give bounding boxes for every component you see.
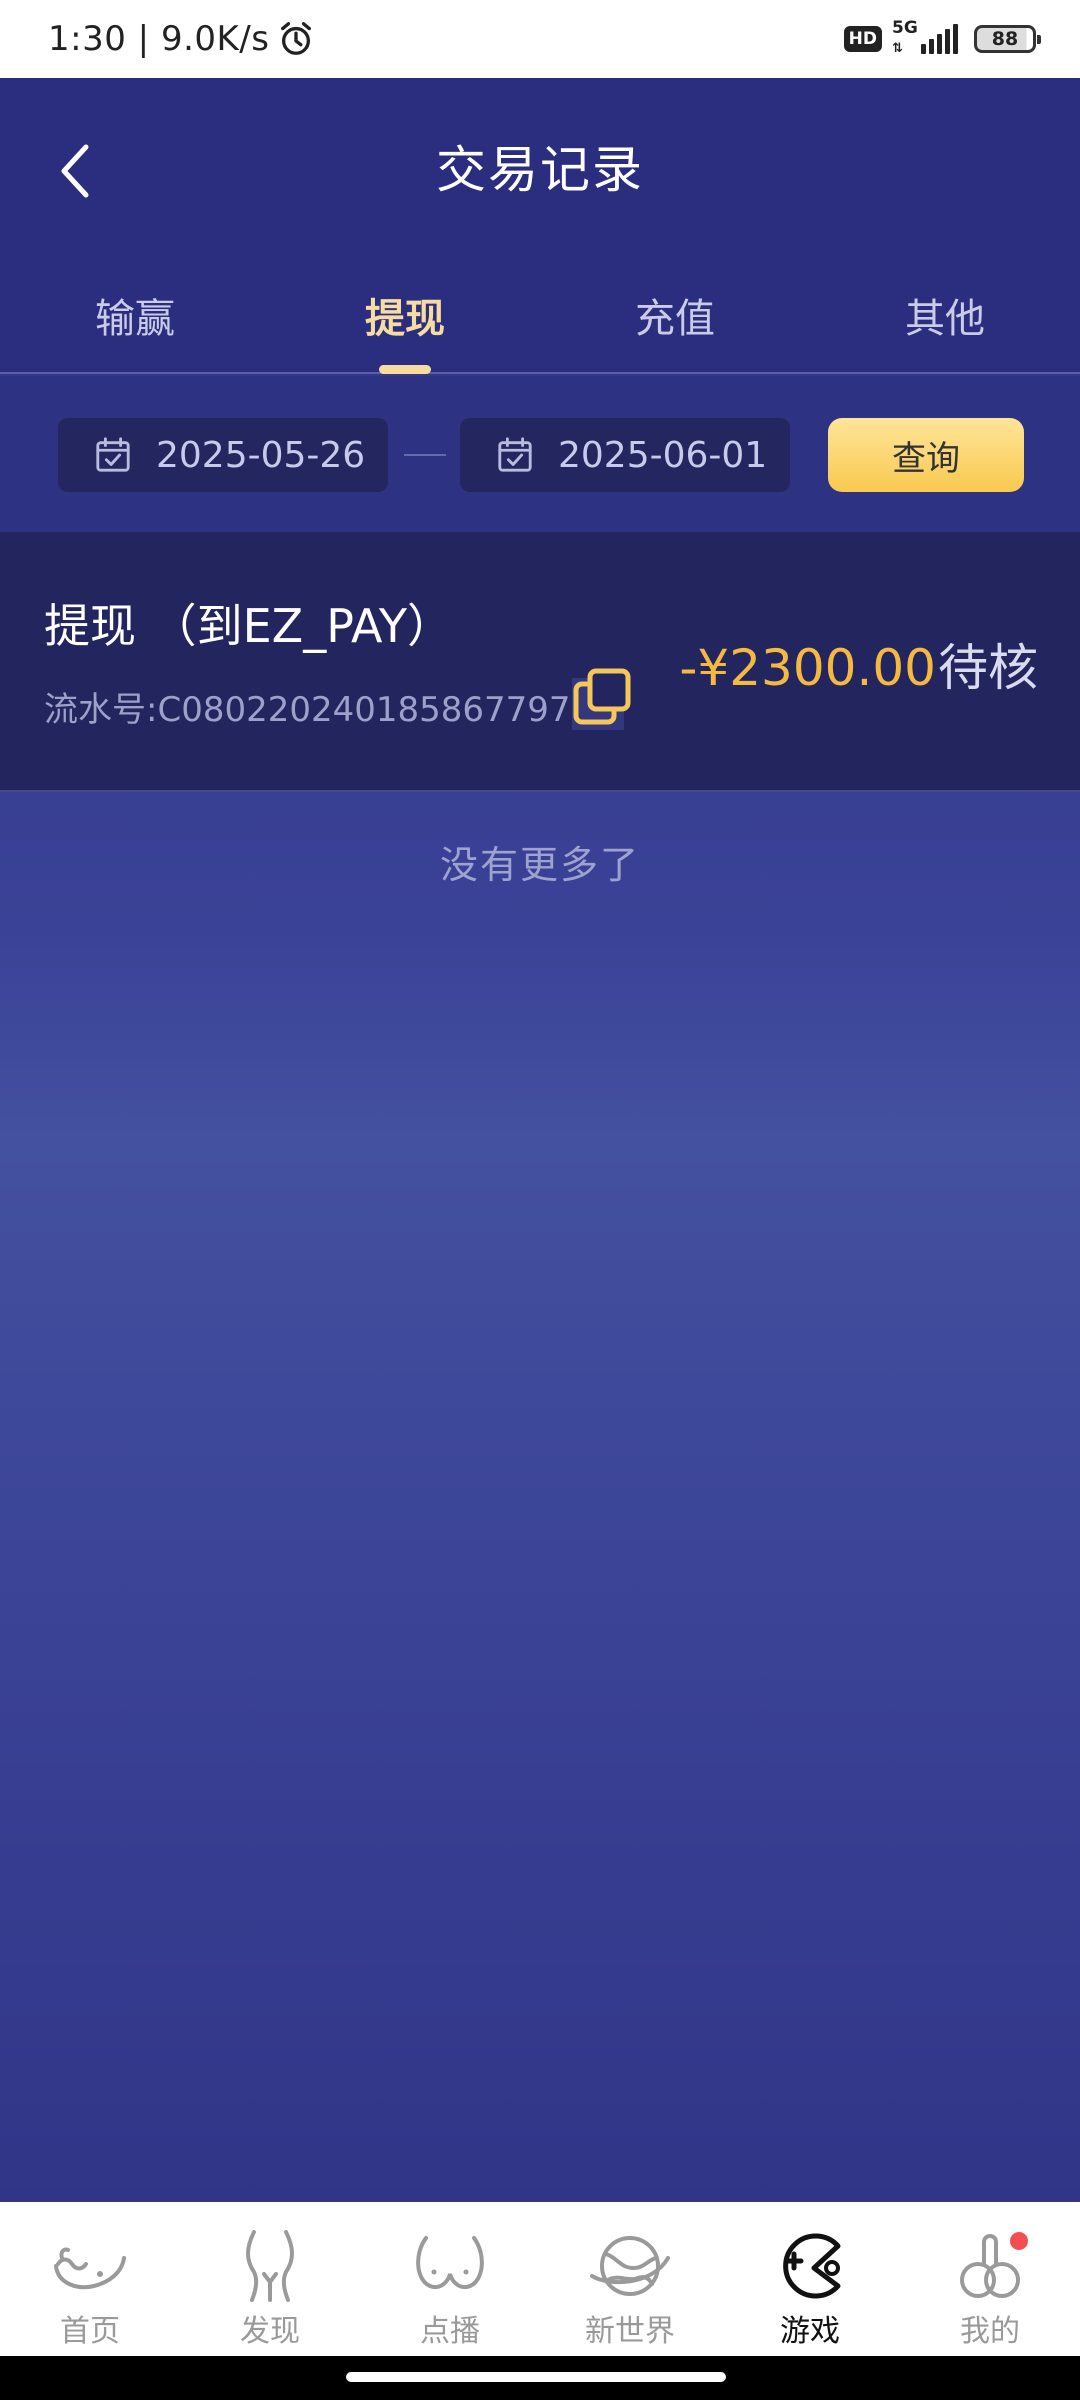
notification-badge (1010, 2232, 1028, 2250)
calendar-icon (498, 437, 532, 472)
status-time: 1:30 (48, 19, 127, 59)
tab-withdraw[interactable]: 提现 (270, 278, 540, 374)
nav-item-profile[interactable]: 我的 (900, 2202, 1080, 2356)
status-left: 1:30 | 9.0K/s (48, 19, 315, 59)
start-date-picker[interactable]: 2025-05-26 (58, 418, 388, 492)
date-filter-bar: 2025-05-26 2025-06-01 查询 (0, 376, 1080, 532)
app-content: 交易记录 输赢 提现 充值 其他 2025-05-26 2025-06-01 查… (0, 78, 1080, 2202)
nav-label: 首页 (60, 2314, 120, 2349)
page-title: 交易记录 (436, 141, 644, 199)
battery-level: 88 (991, 28, 1019, 50)
hd-badge: HD (843, 26, 882, 52)
nav-item-discover[interactable]: 发现 (180, 2202, 360, 2356)
end-date-value: 2025-06-01 (558, 434, 768, 476)
alarm-icon (281, 22, 312, 55)
nav-item-home[interactable]: 首页 (0, 2202, 180, 2356)
tab-recharge[interactable]: 充值 (540, 278, 810, 372)
nav-item-new-world[interactable]: 新世界 (540, 2202, 720, 2356)
status-net-speed: 9.0K/s (160, 19, 270, 59)
network-type: 5G (892, 18, 918, 38)
tab-bar: 输赢 提现 充值 其他 (0, 278, 1080, 374)
gesture-area (0, 2356, 1080, 2400)
nav-label: 游戏 (780, 2314, 840, 2349)
copy-button[interactable] (572, 668, 634, 730)
copy-icon (572, 668, 631, 730)
nav-label: 点播 (420, 2314, 480, 2349)
record-serial-number: 流水号:C080220240185867797 (44, 690, 571, 730)
record-amount: -¥2300.00 (679, 639, 936, 697)
date-range-separator (404, 454, 446, 456)
game-icon (783, 2233, 841, 2299)
home-icon (54, 2247, 126, 2290)
nav-item-game[interactable]: 游戏 (720, 2202, 900, 2356)
nav-label: 新世界 (585, 2314, 675, 2349)
signal-bars (921, 24, 958, 54)
transaction-record[interactable]: 提现 （到EZ_PAY） 流水号:C080220240185867797 -¥2… (0, 532, 1080, 792)
header: 交易记录 输赢 提现 充值 其他 (0, 78, 1080, 374)
status-right: HD 5G ⇅ 88 (843, 18, 1041, 56)
nav-label: 发现 (240, 2314, 300, 2349)
phone-screen: 1:30 | 9.0K/s HD 5G ⇅ 88 交易记录 输赢 提现 充值 其… (0, 0, 1080, 2400)
start-date-value: 2025-05-26 (156, 434, 366, 476)
battery-icon: 88 (974, 25, 1041, 53)
record-status: 待核 (938, 639, 1038, 697)
signal-icon: 5G ⇅ (892, 18, 958, 56)
status-bar: 1:30 | 9.0K/s HD 5G ⇅ 88 (0, 0, 1080, 78)
end-date-picker[interactable]: 2025-06-01 (460, 418, 790, 492)
planet-icon (590, 2236, 670, 2296)
list-end-text: 没有更多了 (439, 843, 640, 887)
record-title: 提现 （到EZ_PAY） (44, 599, 453, 653)
discover-icon (246, 2230, 294, 2302)
record-amount-area: -¥2300.00 待核 (679, 628, 1038, 700)
bottom-nav: 首页 发现 点播 新世界 游戏 我的 (0, 2202, 1080, 2356)
status-divider: | (126, 19, 161, 59)
home-indicator[interactable] (346, 2372, 726, 2382)
calendar-icon (96, 437, 130, 472)
data-arrows-icon: ⇅ (892, 41, 903, 56)
query-button[interactable]: 查询 (828, 418, 1024, 492)
tab-win-loss[interactable]: 输赢 (0, 278, 270, 372)
tab-other[interactable]: 其他 (810, 278, 1080, 372)
vod-icon (416, 2236, 484, 2289)
nav-item-vod[interactable]: 点播 (360, 2202, 540, 2356)
nav-label: 我的 (960, 2314, 1020, 2349)
